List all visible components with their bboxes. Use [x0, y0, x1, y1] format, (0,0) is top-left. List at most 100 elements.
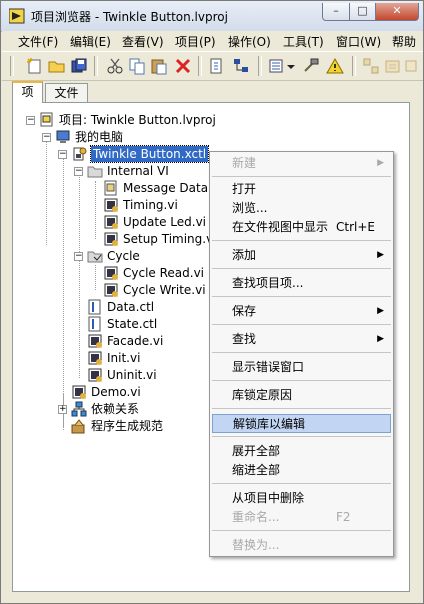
tree-item-label: Update Led.vi	[123, 215, 206, 229]
vi-file-icon	[87, 350, 103, 366]
tree-item-label: Cycle	[107, 249, 140, 263]
tree-connector	[46, 137, 47, 245]
menu-tools[interactable]: 工具(T)	[283, 33, 324, 50]
toolbar-separator	[352, 56, 356, 76]
tree-item-label: Facade.vi	[107, 334, 164, 348]
menu-item-lock-reason[interactable]: 库锁定原因	[212, 386, 391, 405]
tree-connector	[95, 181, 96, 239]
computer-icon	[55, 129, 71, 145]
tree-item-label: Data.ctl	[107, 300, 155, 314]
tree-item-label: Demo.vi	[91, 385, 141, 399]
vi-file-icon	[103, 197, 119, 213]
toolbar-separator	[258, 56, 262, 76]
copy-icon[interactable]	[128, 57, 146, 75]
add-file-to-project-icon[interactable]	[208, 57, 226, 75]
menu-item-label: 从项目中删除	[232, 491, 305, 505]
menu-item-unlock-to-edit[interactable]: 解锁库以编辑	[212, 414, 391, 433]
menu-item-rename[interactable]: 重命名... F2	[212, 508, 391, 527]
build-icon[interactable]	[302, 57, 320, 75]
folder-icon	[87, 163, 103, 179]
menu-item-new[interactable]: 新建 ▶	[212, 154, 391, 173]
tree-connector	[95, 265, 96, 290]
control-file-icon	[103, 180, 119, 196]
vi-file-icon	[103, 231, 119, 247]
save-all-icon[interactable]	[70, 57, 88, 75]
menu-item-replace-with[interactable]: 替换为...	[212, 536, 391, 555]
menu-file[interactable]: 文件(F)	[18, 33, 58, 50]
menu-separator	[212, 483, 391, 484]
warning-icon[interactable]	[326, 57, 344, 75]
menu-operate[interactable]: 操作(O)	[228, 33, 271, 50]
project-hierarchy-icon[interactable]	[232, 57, 250, 75]
vi-file-icon	[103, 282, 119, 298]
menu-item-open[interactable]: 打开	[212, 180, 391, 199]
toolbar-separator	[198, 56, 202, 76]
menu-item-browse[interactable]: 浏览...	[212, 199, 391, 218]
dependencies-icon	[362, 57, 380, 75]
menu-item-label: 解锁库以编辑	[233, 417, 306, 431]
collapse-toggle[interactable]: −	[26, 116, 35, 125]
toolbar-separator	[10, 56, 14, 76]
collapse-toggle[interactable]: −	[42, 133, 51, 142]
menu-item-expand-all[interactable]: 展开全部	[212, 442, 391, 461]
collapse-toggle[interactable]: −	[74, 252, 83, 261]
menu-view[interactable]: 查看(V)	[122, 33, 164, 50]
context-menu: 新建 ▶ 打开 浏览... 在文件视图中显示 Ctrl+E 添加 ▶ 查找项目项…	[209, 151, 394, 557]
view-options-icon[interactable]	[268, 57, 286, 75]
menu-item-label: 保存	[232, 304, 257, 318]
title-bar[interactable]: 项目浏览器 - Twinkle Button.lvproj – □ ✕	[1, 1, 423, 32]
menu-item-find-project-items[interactable]: 查找项目项...	[212, 274, 391, 293]
menu-separator	[212, 176, 391, 177]
folder-icon	[87, 248, 103, 264]
tree-item-label: State.ctl	[107, 317, 158, 331]
menu-item-show-error-window[interactable]: 显示错误窗口	[212, 358, 391, 377]
tree-item-label: Uninit.vi	[107, 368, 157, 382]
menu-item-label: 查找	[232, 332, 257, 346]
menu-separator	[212, 324, 391, 325]
menu-item-show-in-files[interactable]: 在文件视图中显示 Ctrl+E	[212, 218, 391, 237]
submenu-arrow-icon: ▶	[377, 158, 384, 168]
new-file-icon[interactable]	[26, 57, 44, 75]
menu-item-remove-from-project[interactable]: 从项目中删除	[212, 489, 391, 508]
menu-separator	[212, 408, 391, 409]
tree-connector	[63, 153, 64, 430]
menu-item-shortcut: Ctrl+E	[336, 220, 375, 234]
submenu-arrow-icon: ▶	[377, 250, 384, 260]
menu-item-collapse-all[interactable]: 缩进全部	[212, 461, 391, 480]
expand-toggle[interactable]: +	[58, 405, 67, 414]
vi-file-icon	[87, 367, 103, 383]
tree-connector	[79, 169, 80, 378]
dependencies-icon	[71, 401, 87, 417]
maximize-button[interactable]: □	[349, 3, 376, 21]
toolbar-overflow-icon[interactable]	[404, 57, 420, 75]
collapse-toggle[interactable]: −	[74, 167, 83, 176]
menu-item-add[interactable]: 添加 ▶	[212, 246, 391, 265]
menu-help[interactable]: 帮助	[392, 33, 416, 50]
vi-file-icon	[103, 265, 119, 281]
xcontrol-library-icon	[71, 146, 87, 162]
menu-item-label: 展开全部	[232, 444, 281, 458]
menu-item-label: 缩进全部	[232, 463, 281, 477]
tree-item-label: 程序生成规范	[91, 419, 164, 433]
menu-item-find[interactable]: 查找 ▶	[212, 330, 391, 349]
collapse-toggle[interactable]: −	[58, 150, 67, 159]
paste-icon[interactable]	[150, 57, 168, 75]
window-title: 项目浏览器 - Twinkle Button.lvproj	[31, 10, 228, 24]
cut-icon[interactable]	[106, 57, 124, 75]
open-folder-icon[interactable]	[48, 57, 66, 75]
minimize-button[interactable]: –	[322, 3, 350, 21]
tree-item-label: Timing.vi	[123, 198, 178, 212]
tree-item-label: Cycle Read.vi	[123, 266, 205, 280]
menu-item-label: 新建	[232, 156, 257, 170]
delete-icon[interactable]	[174, 57, 192, 75]
tab-files[interactable]: 文件	[45, 83, 88, 103]
close-button[interactable]: ✕	[375, 3, 419, 21]
dropdown-arrow-icon[interactable]	[286, 57, 296, 75]
menu-item-save[interactable]: 保存 ▶	[212, 302, 391, 321]
menu-project[interactable]: 项目(P)	[175, 33, 216, 50]
menu-edit[interactable]: 编辑(E)	[70, 33, 111, 50]
menu-window[interactable]: 窗口(W)	[336, 33, 381, 50]
menu-item-shortcut: F2	[336, 510, 351, 524]
tab-items[interactable]: 项	[12, 81, 43, 103]
control-file-icon	[87, 299, 103, 315]
